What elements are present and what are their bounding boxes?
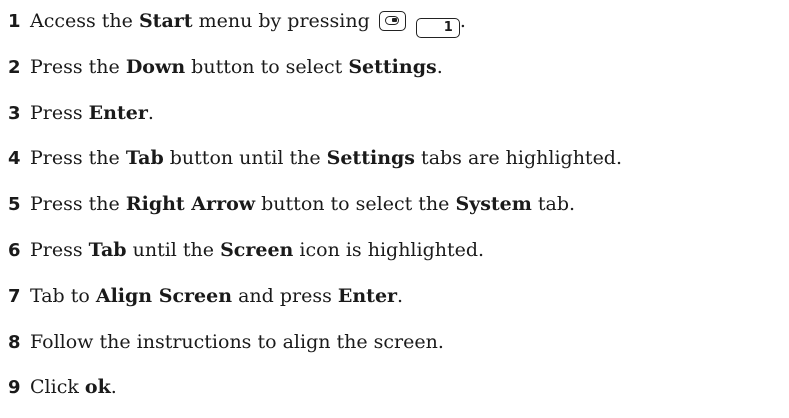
text-run: icon is highlighted.	[293, 239, 485, 261]
step-text: Click ok.	[30, 376, 117, 398]
text-run: tab.	[531, 193, 576, 215]
step-text: Press Tab until the Screen icon is highl…	[30, 239, 484, 261]
step-3: 3 Press Enter.	[8, 98, 154, 128]
step-text: Press the Right Arrow button to select t…	[30, 193, 575, 215]
step-9: 9 Click ok.	[8, 372, 117, 402]
text-run: Tab to	[30, 285, 96, 307]
text-run: Click	[30, 376, 85, 398]
text-run: Press	[30, 239, 89, 261]
text-run: .	[459, 10, 466, 32]
text-run: menu by pressing	[192, 10, 376, 32]
step-4: 4 Press the Tab button until the Settings…	[8, 143, 622, 173]
text-run: .	[436, 56, 443, 78]
text-run: button to select the	[255, 193, 456, 215]
step-text: Press the Tab button until the Settings …	[30, 147, 622, 169]
text-run: .	[397, 285, 404, 307]
step-text: Access the Start menu by pressing 1.	[30, 10, 466, 38]
text-run: Access the	[30, 10, 139, 32]
text-run: .	[147, 102, 154, 124]
step-text: Follow the instructions to align the scr…	[30, 331, 444, 353]
function-key-icon	[378, 11, 406, 31]
step-number: 6	[8, 240, 21, 261]
step-1: 1 Access the Start menu by pressing 1.	[8, 6, 466, 38]
text-run: Press the	[30, 56, 126, 78]
text-run: and press	[232, 285, 338, 307]
step-number: 9	[8, 377, 21, 398]
bold-term: Enter	[337, 285, 398, 307]
step-text: Tab to Align Screen and press Enter.	[30, 285, 403, 307]
step-7: 7 Tab to Align Screen and press Enter.	[8, 281, 403, 311]
bold-term: Start	[138, 10, 193, 32]
bold-term: Tab	[88, 239, 127, 261]
text-run: until the	[126, 239, 221, 261]
text-run: Press	[30, 102, 89, 124]
text-run: tabs are highlighted.	[415, 147, 623, 169]
function-glyph-icon	[384, 16, 399, 25]
step-number: 7	[8, 286, 21, 307]
text-run: Follow the instructions to align the scr…	[30, 331, 444, 353]
bold-term: Enter	[88, 102, 148, 124]
bold-term: Right Arrow	[125, 193, 256, 215]
step-number: 2	[8, 57, 21, 78]
bold-term: Tab	[125, 147, 164, 169]
text-run: button to select	[185, 56, 349, 78]
step-number: 3	[8, 103, 21, 124]
step-6: 6 Press Tab until the Screen icon is high…	[8, 235, 484, 265]
step-8: 8 Follow the instructions to align the sc…	[8, 327, 444, 357]
step-number: 4	[8, 148, 21, 169]
text-run: .	[110, 376, 117, 398]
bold-term: Settings	[326, 147, 416, 169]
bold-term: Settings	[348, 56, 437, 78]
step-number: 1	[8, 11, 21, 32]
bold-term: Align Screen	[95, 285, 233, 307]
step-5: 5 Press the Right Arrow button to select …	[8, 189, 575, 219]
text-run: Press the	[30, 193, 126, 215]
step-2: 2 Press the Down button to select Setting…	[8, 52, 443, 82]
step-number: 8	[8, 332, 21, 353]
bold-term: System	[455, 193, 532, 215]
step-number: 5	[8, 194, 21, 215]
text-run: Press the	[30, 147, 126, 169]
bold-term: ok	[84, 376, 111, 398]
bold-term: Screen	[220, 239, 294, 261]
bold-term: Down	[125, 56, 186, 78]
text-run: button until the	[163, 147, 327, 169]
one-key-icon: 1	[415, 18, 460, 38]
step-text: Press the Down button to select Settings…	[30, 56, 443, 78]
step-text: Press Enter.	[30, 102, 154, 124]
